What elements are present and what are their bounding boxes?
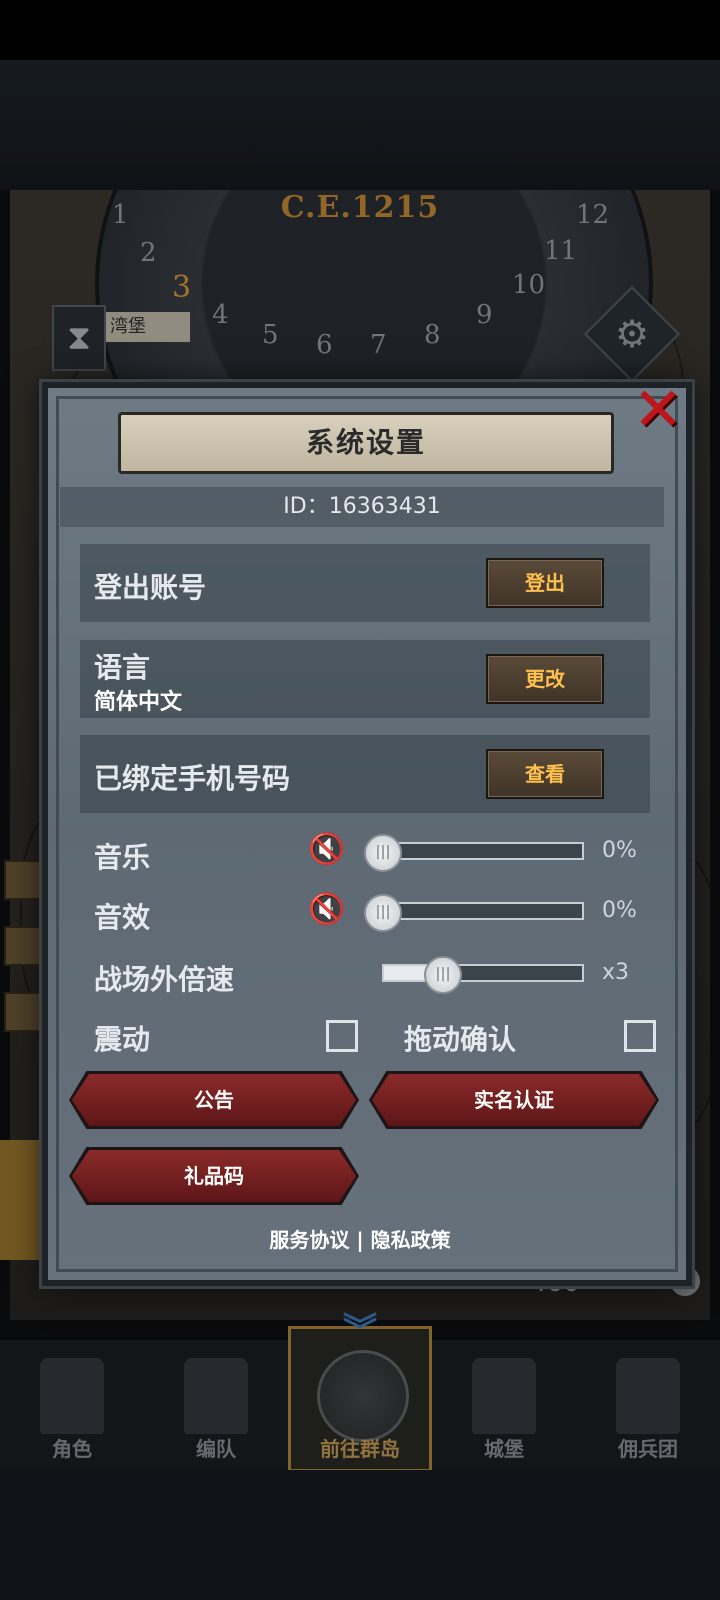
dialog-frame xyxy=(56,396,678,1272)
music-label: 音乐 xyxy=(94,841,151,874)
drag-confirm-checkbox[interactable] xyxy=(624,1020,656,1052)
sfx-value: 0% xyxy=(602,898,637,923)
vibration-checkbox[interactable] xyxy=(326,1020,358,1052)
announcement-button[interactable]: 公告 xyxy=(69,1071,359,1129)
language-label: 语言 xyxy=(94,651,151,684)
phone-label: 已绑定手机号码 xyxy=(94,762,291,795)
mute-icon[interactable]: 🔇 xyxy=(308,892,345,927)
speed-value: x3 xyxy=(602,960,630,985)
announcement-label: 公告 xyxy=(194,1088,234,1112)
logout-button[interactable]: 登出 xyxy=(486,558,604,608)
status-bar-area xyxy=(0,0,720,60)
logout-label: 登出账号 xyxy=(94,571,207,604)
sfx-slider[interactable] xyxy=(376,902,584,920)
music-slider-knob[interactable]: ||| xyxy=(364,834,402,872)
close-icon[interactable]: ✕ xyxy=(632,380,684,440)
view-phone-button[interactable]: 查看 xyxy=(486,749,604,799)
service-agreement-link[interactable]: 服务协议 xyxy=(269,1228,349,1252)
phone-row: 已绑定手机号码 查看 xyxy=(80,735,650,813)
real-name-label: 实名认证 xyxy=(474,1088,554,1112)
drag-confirm-label: 拖动确认 xyxy=(404,1023,517,1056)
change-language-button[interactable]: 更改 xyxy=(486,654,604,704)
speed-slider[interactable] xyxy=(382,964,584,982)
language-value: 简体中文 xyxy=(94,690,183,715)
real-name-button[interactable]: 实名认证 xyxy=(369,1071,659,1129)
sfx-slider-knob[interactable]: ||| xyxy=(364,894,402,932)
separator: | xyxy=(356,1228,364,1252)
music-value: 0% xyxy=(602,838,637,863)
footer-links: 服务协议 | 隐私政策 xyxy=(0,1224,720,1253)
dialog-title: 系统设置 xyxy=(118,412,614,474)
mute-icon[interactable]: 🔇 xyxy=(308,832,345,867)
gift-code-label: 礼品码 xyxy=(184,1164,244,1188)
bottom-band xyxy=(0,1470,720,1600)
logout-row: 登出账号 登出 xyxy=(80,544,650,622)
gift-code-button[interactable]: 礼品码 xyxy=(69,1147,359,1205)
speed-slider-knob[interactable]: ||| xyxy=(424,956,462,994)
privacy-policy-link[interactable]: 隐私政策 xyxy=(371,1228,451,1252)
sfx-label: 音效 xyxy=(94,901,151,934)
speed-label: 战场外倍速 xyxy=(94,963,235,996)
vibration-label: 震动 xyxy=(94,1023,151,1056)
player-id: ID：16363431 xyxy=(60,487,664,527)
music-slider[interactable] xyxy=(376,842,584,860)
language-row: 语言 简体中文 更改 xyxy=(80,640,650,718)
